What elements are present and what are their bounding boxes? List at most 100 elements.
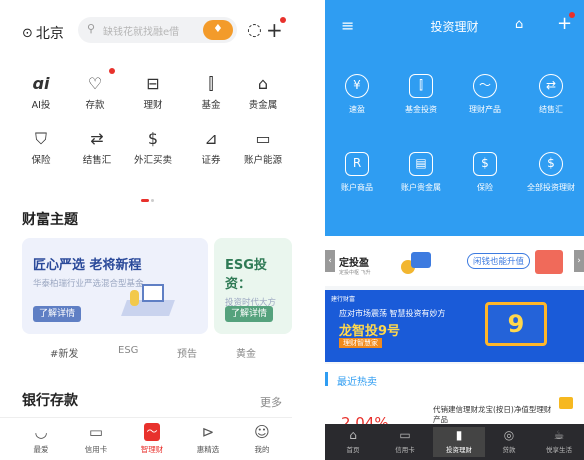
grid-item-ai-invest[interactable]: ɑi AI投 (12, 73, 70, 111)
nav-credit-card[interactable]: ▭ 信用卡 (383, 428, 427, 454)
robot-icon[interactable]: ⌂ (515, 17, 523, 32)
nav-invest-wealth[interactable]: ▮ 投资理财 (433, 427, 485, 457)
grid-item-deposit[interactable]: ♡ 存款 (66, 73, 124, 111)
nav-favorites[interactable]: ◡ 最爱 (18, 423, 64, 455)
grid-label: 存款 (85, 100, 105, 111)
hot-product-name[interactable]: 代销建信理财龙宝(按日)净值型理财产品 (433, 405, 557, 425)
ai-icon: ɑi (32, 74, 50, 93)
nav-loan[interactable]: ◎ 贷款 (487, 428, 531, 454)
nav-credit-card[interactable]: ▭ 信用卡 (73, 423, 119, 455)
coins-illustration-icon (399, 248, 433, 276)
voice-button[interactable]: ♦ (203, 20, 233, 40)
hot-sale-section: 最近热卖 2.04% 代销建信理财龙宝(按日)净值型理财产品 (325, 364, 584, 432)
nav-label: 我的 (254, 445, 270, 454)
item-label: 速盈 (349, 105, 365, 114)
grid-label: 账户能源 (243, 155, 282, 166)
exchange-icon: ⇄ (90, 129, 104, 148)
nav-label: 悦享生活 (546, 446, 572, 454)
menu-fx-settlement[interactable]: ⇄ 结售汇 (519, 74, 583, 115)
card-title: 匠心严选 老将新程 (33, 258, 142, 273)
promo-left: 定投盈 定投中枢 飞升 (339, 254, 371, 276)
notification-dot (569, 12, 575, 18)
menu-account-precious-metal[interactable]: ▤ 账户贵金属 (389, 152, 453, 193)
gold-bars-icon: ⌂ (257, 74, 269, 93)
tag-new[interactable]: #新发 (50, 345, 78, 360)
banner-brand: 建行财富 (331, 296, 356, 303)
theme-card-1[interactable]: 匠心严选 老将新程 华泰柏瑞行业严选混合型基金 了解详情 (22, 238, 208, 334)
nav-lifestyle[interactable]: ☕ 悦享生活 (537, 428, 581, 454)
location-selector[interactable]: ⊙ 北京 (22, 23, 64, 43)
gold-icon: ▤ (409, 152, 433, 176)
gift-illustration-icon (535, 250, 563, 274)
page-title: 投资理财 (430, 20, 479, 34)
deposit-badge-dot (109, 68, 115, 74)
menu-wealth-products[interactable]: 〜 理财产品 (453, 74, 517, 115)
nav-label: 首页 (346, 446, 360, 454)
insurance-icon: $ (473, 152, 497, 176)
hot-badge-icon (559, 397, 573, 409)
grid-item-fx-settlement[interactable]: ⇄ 结售汇 (68, 128, 126, 166)
grid-label: 理财 (143, 100, 163, 111)
theme-card-2[interactable]: ESG投资： 投资时代大方 了解详情 (214, 238, 292, 334)
stock-chart-icon: ⊿ (204, 129, 218, 148)
search-input[interactable]: ⚲ 缺钱花就找融e借 ♦ (78, 17, 237, 43)
promo-strip[interactable]: ‹ 定投盈 定投中枢 飞升 闲钱也能升值 › (325, 236, 584, 286)
cup-icon: ☕ (553, 428, 565, 442)
page-indicator (140, 187, 155, 206)
microphone-icon: ♦ (213, 22, 223, 35)
nav-label: 信用卡 (395, 446, 415, 454)
bottom-nav: ⌂ 首页 ▭ 信用卡 ▮ 投资理财 ◎ 贷款 ☕ 悦享生活 (325, 424, 584, 460)
tag-preview[interactable]: 预告 (177, 345, 197, 360)
menu-quick-profit[interactable]: ¥ 速盈 (325, 74, 389, 115)
grid-item-account-energy[interactable]: ▭ 账户能源 (234, 128, 292, 166)
bars-icon: ▮ (455, 428, 463, 442)
grid-item-fund[interactable]: ⫿ 基金 (182, 73, 240, 111)
learn-more-button[interactable]: 了解详情 (225, 306, 274, 322)
more-link[interactable]: 更多 (260, 394, 282, 410)
nav-smart-wealth[interactable]: 〜 智理财 (129, 423, 175, 455)
fund-icon: ⫿ (409, 74, 433, 98)
learn-more-button[interactable]: 了解详情 (33, 306, 82, 322)
nav-label: 信用卡 (84, 445, 108, 454)
menu-insurance[interactable]: $ 保险 (453, 152, 517, 193)
section-title-deposit: 银行存款 (22, 393, 78, 409)
credit-card-icon: ▭ (88, 423, 104, 441)
grid-item-securities[interactable]: ⊿ 证券 (182, 128, 240, 166)
item-label: 账户贵金属 (401, 183, 441, 192)
wealth-icon: ⊟ (146, 74, 160, 93)
search-placeholder: 缺钱花就找融e借 (103, 27, 180, 38)
card-icon: ▭ (399, 428, 411, 442)
grid-item-insurance[interactable]: ⛉ 保险 (12, 128, 70, 166)
nav-label: 最爱 (33, 445, 49, 454)
section-title-wealth-theme: 财富主题 (22, 212, 78, 228)
chevron-left-icon[interactable]: ‹ (325, 250, 335, 272)
nav-label: 投资理财 (446, 446, 472, 454)
fund-chart-icon: ⫿ (208, 74, 214, 93)
grid-item-wealth[interactable]: ⊟ 理财 (124, 73, 182, 111)
loan-icon: ◎ (503, 428, 515, 442)
nav-me[interactable]: ☺ 我的 (239, 423, 285, 455)
nav-label: 惠精选 (196, 445, 220, 454)
yen-circle-icon: ¥ (345, 74, 369, 98)
tag-esg[interactable]: ESG (118, 345, 138, 356)
menu-fund-invest[interactable]: ⫿ 基金投资 (389, 74, 453, 115)
grid-item-precious-metal[interactable]: ⌂ 贵金属 (234, 73, 292, 111)
nav-home[interactable]: ⌂ 首页 (331, 428, 375, 454)
nav-selected-deals[interactable]: ⊳ 惠精选 (185, 423, 231, 455)
menu-account-goods[interactable]: R 账户商品 (325, 152, 389, 193)
home-icon: ⌂ (349, 428, 357, 442)
banner-sub: 理财智慧家 (339, 338, 382, 348)
menu-all-wealth[interactable]: $ 全部投资理财 (519, 152, 583, 193)
grid-label: AI投 (31, 100, 51, 111)
hot-accent-bar (325, 372, 328, 386)
home-smile-icon: ◡ (34, 423, 48, 441)
message-icon[interactable]: ◌ (247, 20, 262, 40)
item-label: 理财产品 (469, 105, 501, 114)
chart-active-icon: 〜 (144, 423, 160, 441)
tag-gold[interactable]: 黄金 (236, 345, 256, 360)
chevron-right-icon[interactable]: › (574, 250, 584, 272)
grid-item-forex[interactable]: $ 外汇买卖 (124, 128, 182, 166)
shield-icon: ⛉ (34, 129, 47, 148)
promo-banner[interactable]: 建行财富 应对市场震荡 智慧投资有妙方 龙智投9号 理财智慧家 9 (325, 290, 584, 362)
grid-label: 贵金属 (248, 100, 278, 111)
